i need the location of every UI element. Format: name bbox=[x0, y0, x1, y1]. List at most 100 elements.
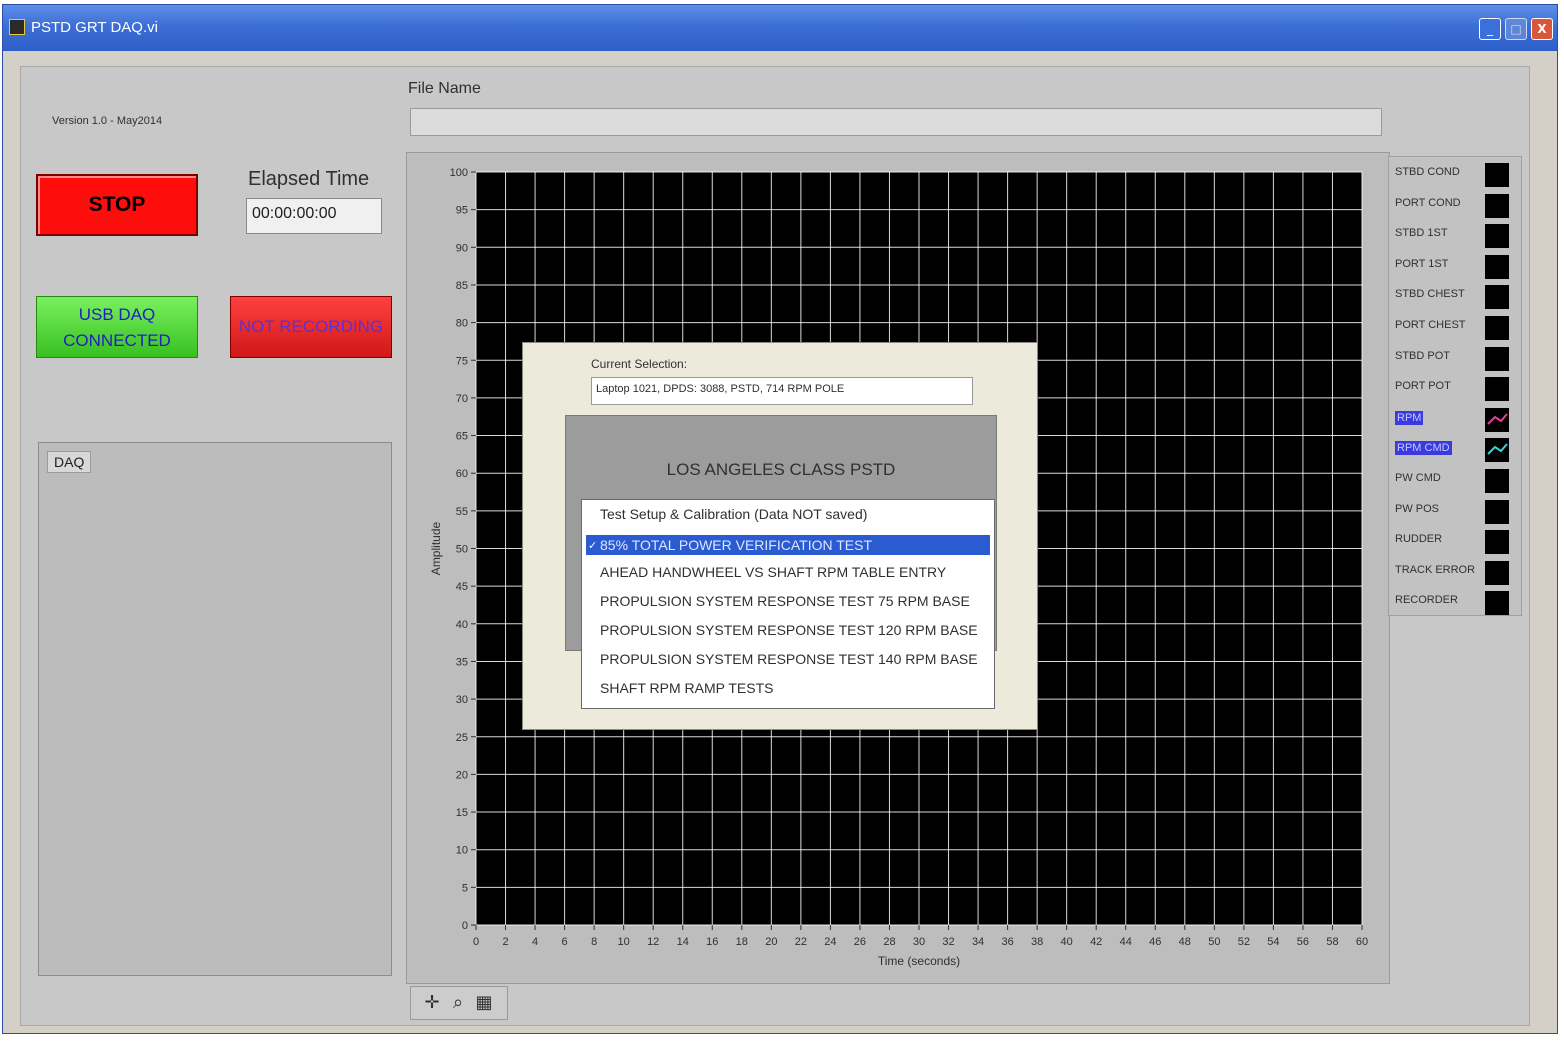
legend-item-label: STBD CHEST bbox=[1395, 288, 1465, 301]
legend-item[interactable]: STBD POT bbox=[1389, 343, 1523, 373]
file-name-field[interactable] bbox=[410, 108, 1382, 136]
test-menu-item-label: PROPULSION SYSTEM RESPONSE TEST 75 RPM B… bbox=[600, 593, 970, 609]
legend-item[interactable]: STBD 1ST bbox=[1389, 220, 1523, 250]
test-menu-item-label: PROPULSION SYSTEM RESPONSE TEST 140 RPM … bbox=[600, 651, 978, 667]
test-menu-item[interactable]: ✓ 85% TOTAL POWER VERIFICATION TEST bbox=[586, 535, 990, 555]
legend-item-label: PORT CHEST bbox=[1395, 319, 1466, 331]
legend-swatch[interactable] bbox=[1485, 163, 1509, 187]
legend-swatch[interactable] bbox=[1485, 469, 1509, 493]
x-axis-label: Time (seconds) bbox=[878, 954, 960, 968]
legend-item[interactable]: RUDDER bbox=[1389, 526, 1523, 556]
y-tick-label: 45 bbox=[456, 581, 468, 593]
x-tick-label: 26 bbox=[854, 936, 866, 948]
x-tick-label: 54 bbox=[1267, 936, 1279, 948]
legend-item[interactable]: TRACK ERROR bbox=[1389, 557, 1523, 587]
cursor-tool-icon[interactable]: ✛ bbox=[421, 991, 443, 1015]
x-tick-label: 46 bbox=[1149, 936, 1161, 948]
legend-swatch[interactable] bbox=[1485, 224, 1509, 249]
app-icon bbox=[9, 19, 25, 35]
legend-swatch[interactable] bbox=[1485, 346, 1509, 371]
legend-item[interactable]: PORT POT bbox=[1389, 373, 1523, 403]
legend-item[interactable]: RECORDER bbox=[1389, 587, 1523, 617]
legend-item-label: PORT COND bbox=[1395, 196, 1461, 209]
legend-item-label: RUDDER bbox=[1395, 533, 1443, 546]
x-tick-label: 38 bbox=[1031, 936, 1043, 948]
legend-item[interactable]: RPM CMD bbox=[1389, 434, 1523, 464]
legend-item[interactable]: PORT 1ST bbox=[1389, 251, 1523, 281]
plot-legend: STBD COND PORT COND STBD 1ST PORT 1ST STBD C… bbox=[1388, 156, 1522, 616]
legend-item-label: RPM CMD bbox=[1395, 441, 1452, 456]
window-title: PSTD GRT DAQ.vi bbox=[31, 19, 158, 36]
y-tick-label: 65 bbox=[456, 431, 468, 443]
legend-item[interactable]: PORT CHEST bbox=[1389, 312, 1523, 342]
test-menu-item-label: 85% TOTAL POWER VERIFICATION TEST bbox=[600, 537, 873, 553]
x-tick-label: 34 bbox=[972, 936, 984, 948]
y-tick-label: 5 bbox=[462, 882, 468, 894]
test-menu-item[interactable]: PROPULSION SYSTEM RESPONSE TEST 75 RPM B… bbox=[600, 593, 970, 609]
title-bar[interactable]: PSTD GRT DAQ.vi _ □ X bbox=[3, 5, 1557, 51]
x-tick-label: 12 bbox=[647, 936, 659, 948]
legend-item[interactable]: STBD CHEST bbox=[1389, 281, 1523, 311]
test-menu-item[interactable]: PROPULSION SYSTEM RESPONSE TEST 140 RPM … bbox=[600, 651, 978, 667]
y-tick-label: 90 bbox=[456, 242, 468, 254]
test-menu-item[interactable]: PROPULSION SYSTEM RESPONSE TEST 120 RPM … bbox=[600, 622, 978, 638]
x-tick-label: 6 bbox=[562, 936, 568, 948]
test-selection-dialog: Current Selection: Laptop 1021, DPDS: 30… bbox=[522, 342, 1038, 730]
test-menu-item-label: SHAFT RPM RAMP TESTS bbox=[600, 680, 774, 696]
legend-item[interactable]: PW CMD bbox=[1389, 465, 1523, 495]
elapsed-time-display: 00:00:00:00 bbox=[246, 198, 382, 234]
version-label: Version 1.0 - May2014 bbox=[52, 115, 163, 127]
y-tick-label: 10 bbox=[456, 845, 468, 857]
trace-sample-icon bbox=[1487, 443, 1508, 456]
legend-item-label: STBD COND bbox=[1395, 166, 1460, 178]
legend-swatch[interactable] bbox=[1485, 438, 1509, 463]
usb-daq-indicator: USB DAQ CONNECTED bbox=[36, 296, 198, 358]
x-tick-label: 42 bbox=[1090, 936, 1102, 948]
file-name-label: File Name bbox=[408, 80, 481, 97]
stop-button[interactable]: STOP bbox=[36, 174, 198, 236]
y-tick-label: 85 bbox=[456, 280, 468, 292]
x-tick-label: 30 bbox=[913, 936, 925, 948]
legend-swatch[interactable] bbox=[1485, 499, 1509, 524]
legend-item[interactable]: PORT COND bbox=[1389, 190, 1523, 220]
test-menu-item[interactable]: Test Setup & Calibration (Data NOT saved… bbox=[600, 506, 867, 522]
maximize-button[interactable]: □ bbox=[1505, 18, 1527, 40]
x-tick-label: 0 bbox=[473, 936, 479, 948]
legend-item[interactable]: PW POS bbox=[1389, 496, 1523, 526]
y-tick-label: 75 bbox=[456, 355, 468, 367]
current-selection-field[interactable]: Laptop 1021, DPDS: 3088, PSTD, 714 RPM P… bbox=[591, 377, 973, 405]
y-tick-label: 0 bbox=[462, 920, 468, 932]
test-menu-item[interactable]: SHAFT RPM RAMP TESTS bbox=[600, 680, 773, 696]
legend-swatch[interactable] bbox=[1485, 560, 1509, 585]
legend-swatch[interactable] bbox=[1485, 530, 1509, 555]
legend-swatch[interactable] bbox=[1485, 285, 1509, 310]
y-tick-label: 20 bbox=[456, 769, 468, 781]
legend-swatch[interactable] bbox=[1485, 316, 1509, 340]
legend-swatch[interactable] bbox=[1485, 377, 1509, 402]
legend-swatch[interactable] bbox=[1485, 193, 1509, 218]
minimize-button[interactable]: _ bbox=[1479, 18, 1501, 40]
trace-sample-icon bbox=[1487, 413, 1508, 425]
close-button[interactable]: X bbox=[1531, 18, 1553, 40]
legend-swatch[interactable] bbox=[1485, 254, 1509, 279]
x-tick-label: 40 bbox=[1061, 936, 1073, 948]
y-tick-label: 40 bbox=[456, 619, 468, 631]
x-tick-label: 18 bbox=[736, 936, 748, 948]
legend-swatch[interactable] bbox=[1485, 591, 1509, 616]
current-selection-label: Current Selection: bbox=[591, 357, 688, 371]
pan-tool-icon[interactable]: ▦ bbox=[473, 991, 495, 1015]
legend-item-label: RPM bbox=[1395, 410, 1424, 425]
usb-indicator-line1: USB DAQ bbox=[78, 305, 156, 324]
test-menu-item[interactable]: AHEAD HANDWHEEL VS SHAFT RPM TABLE ENTRY bbox=[600, 564, 946, 580]
legend-swatch[interactable] bbox=[1485, 407, 1509, 432]
y-tick-label: 70 bbox=[456, 393, 468, 405]
zoom-tool-icon[interactable]: ⌕ bbox=[447, 991, 469, 1015]
x-tick-label: 24 bbox=[824, 936, 836, 948]
daq-tab[interactable]: DAQ bbox=[47, 451, 92, 473]
test-menu-item-label: PROPULSION SYSTEM RESPONSE TEST 120 RPM … bbox=[600, 622, 978, 638]
legend-item[interactable]: STBD COND bbox=[1389, 159, 1523, 189]
legend-item-label: PORT POT bbox=[1395, 380, 1451, 393]
legend-item[interactable]: RPM bbox=[1389, 404, 1523, 434]
x-tick-label: 8 bbox=[591, 936, 597, 948]
x-tick-label: 4 bbox=[532, 936, 538, 948]
